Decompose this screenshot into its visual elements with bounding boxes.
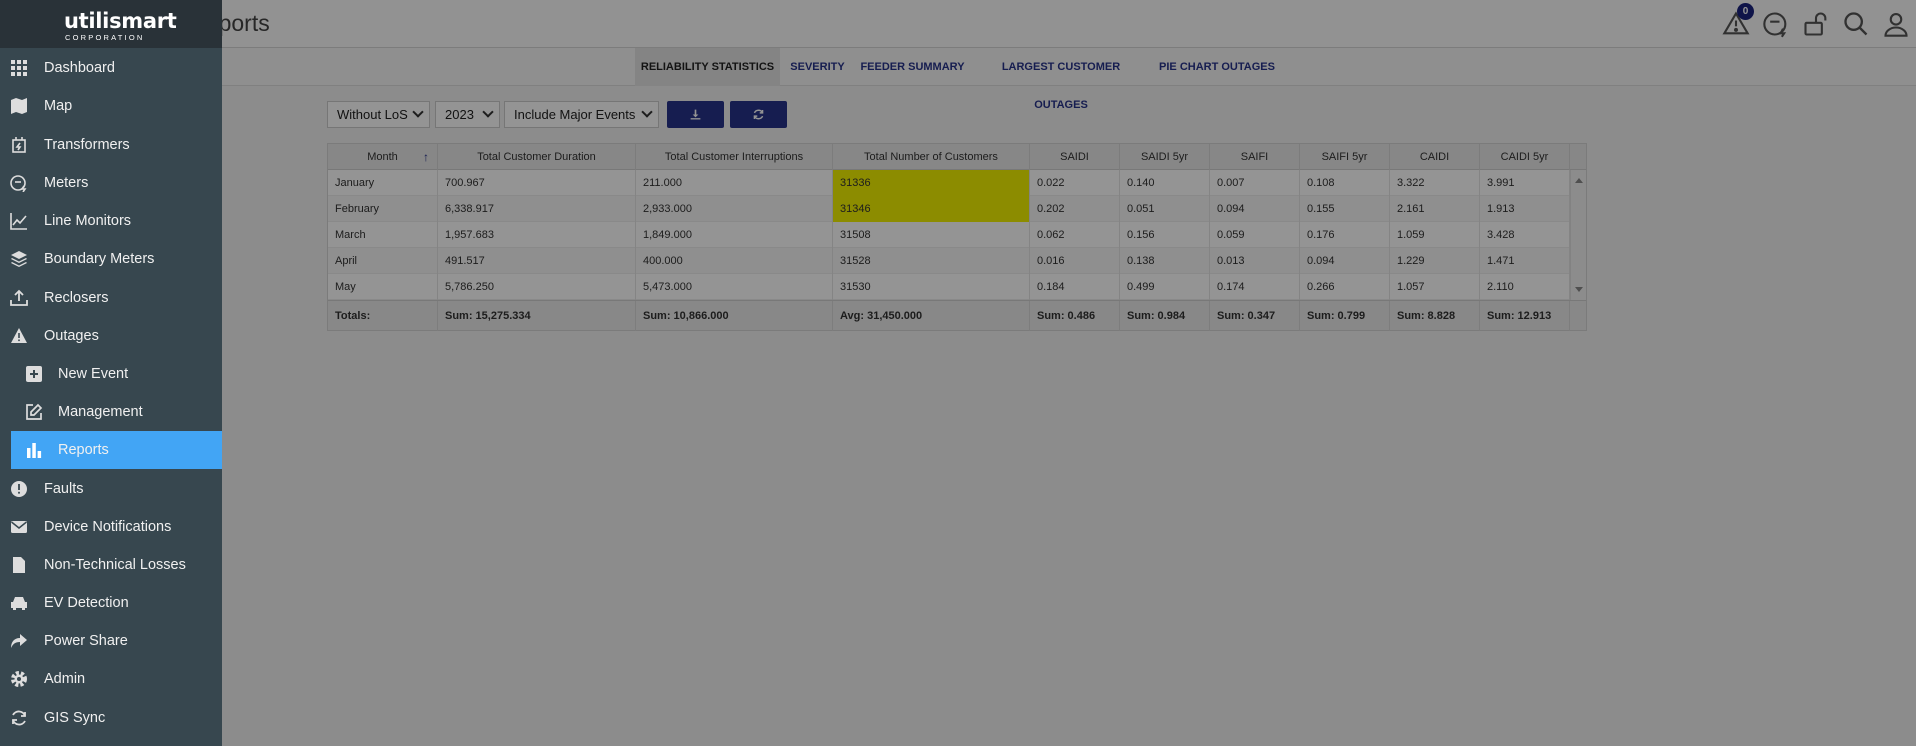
meter-icon	[10, 174, 28, 193]
gear-icon	[10, 670, 28, 688]
alert-circle-icon	[10, 480, 28, 498]
warning-icon	[10, 327, 28, 345]
sidebar-item-reports[interactable]: Reports	[11, 431, 222, 469]
upload-icon	[10, 289, 28, 307]
sidebar-item-new-event[interactable]: New Event	[0, 355, 222, 393]
grid-icon	[10, 59, 28, 77]
sidebar-item-faults[interactable]: Faults	[0, 470, 222, 508]
sidebar-item-power-share[interactable]: Power Share	[0, 622, 222, 660]
edit-icon	[25, 403, 43, 421]
sidebar-item-ev-detection[interactable]: EV Detection	[0, 584, 222, 622]
sidebar-item-dashboard[interactable]: Dashboard	[0, 49, 222, 87]
car-icon	[10, 594, 28, 612]
logo-subtext: CORPORATION	[65, 33, 145, 42]
file-icon	[10, 556, 28, 574]
share-icon	[10, 632, 28, 650]
logo-text: utilismart	[64, 9, 177, 33]
sidebar-item-meters[interactable]: Meters	[0, 164, 222, 202]
sidebar-item-line-monitors[interactable]: Line Monitors	[0, 202, 222, 240]
sidebar: utilismart CORPORATION Dashboard Map Tra…	[0, 0, 222, 746]
transformer-icon	[10, 136, 28, 154]
sidebar-item-map[interactable]: Map	[0, 87, 222, 125]
sidebar-item-device-notifications[interactable]: Device Notifications	[0, 508, 222, 546]
sidebar-item-management[interactable]: Management	[0, 393, 222, 431]
sidebar-item-reclosers[interactable]: Reclosers	[0, 279, 222, 317]
modal-backdrop[interactable]	[0, 0, 1916, 746]
line-chart-icon	[10, 212, 28, 230]
logo[interactable]: utilismart CORPORATION	[0, 0, 222, 48]
sidebar-item-gis-sync[interactable]: GIS Sync	[0, 699, 222, 737]
sync-icon	[10, 709, 28, 727]
layers-icon	[10, 250, 28, 268]
sidebar-item-admin[interactable]: Admin	[0, 660, 222, 698]
sidebar-item-outages[interactable]: Outages	[0, 317, 222, 355]
sidebar-item-non-technical-losses[interactable]: Non-Technical Losses	[0, 546, 222, 584]
map-icon	[10, 97, 28, 115]
sidebar-item-transformers[interactable]: Transformers	[0, 126, 222, 164]
sidebar-item-boundary-meters[interactable]: Boundary Meters	[0, 240, 222, 278]
plus-box-icon	[25, 365, 43, 383]
bar-chart-icon	[25, 441, 43, 459]
envelope-icon	[10, 518, 28, 536]
